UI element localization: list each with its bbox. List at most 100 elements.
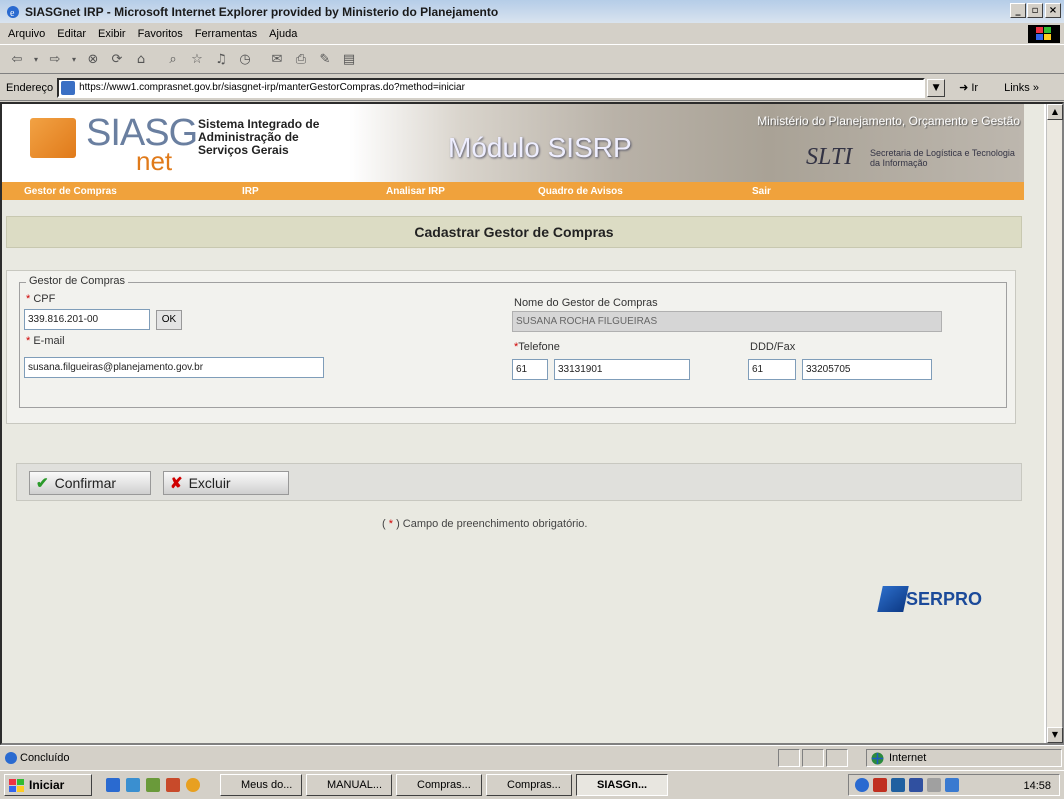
- fax-number-input[interactable]: 33205705: [802, 359, 932, 380]
- edit-icon[interactable]: ✎: [316, 51, 334, 69]
- page-viewport: SIASG net Sistema Integrado de Administr…: [0, 102, 1064, 745]
- menu-arquivo[interactable]: Arquivo: [8, 28, 45, 40]
- page-content: SIASG net Sistema Integrado de Administr…: [2, 104, 1044, 743]
- tray-antivirus-icon[interactable]: [873, 778, 887, 792]
- tray-language-icon[interactable]: [909, 778, 923, 792]
- cpf-label: * CPF: [26, 293, 55, 305]
- required-note: ( * ) Campo de preenchimento obrigatório…: [382, 518, 587, 530]
- nav-gestor-compras[interactable]: Gestor de Compras: [24, 186, 117, 197]
- action-bar: ✔ Confirmar ✘ Excluir: [16, 463, 1022, 501]
- ie-quicklaunch-icon[interactable]: [106, 778, 120, 792]
- vertical-scrollbar[interactable]: ▲ ▼: [1046, 104, 1063, 743]
- stop-icon[interactable]: ⊗: [84, 51, 102, 69]
- nav-sair[interactable]: Sair: [752, 186, 771, 197]
- status-text: Concluído: [20, 751, 70, 764]
- browser-quicklaunch-icon[interactable]: [186, 778, 200, 792]
- telefone-ddd-input[interactable]: 61: [512, 359, 548, 380]
- forward-icon[interactable]: ⇨: [46, 51, 64, 69]
- task-meus-documentos[interactable]: Meus do...: [220, 774, 302, 796]
- forward-dropdown-icon[interactable]: ▾: [70, 51, 78, 69]
- menu-ajuda[interactable]: Ajuda: [269, 28, 297, 40]
- print-icon[interactable]: ⎙: [292, 51, 310, 69]
- fax-ddd-input[interactable]: 61: [748, 359, 796, 380]
- task-compras-1[interactable]: Compras...: [396, 774, 482, 796]
- address-label: Endereço: [6, 81, 54, 94]
- desktop-quicklaunch-icon[interactable]: [146, 778, 160, 792]
- cpf-input[interactable]: 339.816.201-00: [24, 309, 150, 330]
- windows-logo-icon: [1028, 25, 1060, 43]
- note-text: ) Campo de preenchimento obrigatório.: [396, 518, 588, 530]
- media-icon[interactable]: ♫: [212, 51, 230, 69]
- cpf-label-text: CPF: [33, 293, 56, 305]
- home-icon[interactable]: ⌂: [132, 51, 150, 69]
- excluir-button[interactable]: ✘ Excluir: [163, 471, 289, 495]
- windows-flag-icon: [9, 779, 24, 792]
- maximize-button[interactable]: ▫: [1027, 3, 1043, 18]
- start-button[interactable]: Iniciar: [4, 774, 92, 796]
- go-button[interactable]: ➜ Ir: [959, 81, 978, 94]
- email-input[interactable]: susana.filgueiras@planejamento.gov.br: [24, 357, 324, 378]
- telefone-label-text: Telefone: [518, 341, 560, 353]
- slti-logo: SLTI: [806, 144, 853, 170]
- menu-bar: Arquivo Editar Exibir Favoritos Ferramen…: [0, 23, 1064, 45]
- nav-analisar-irp[interactable]: Analisar IRP: [386, 186, 445, 197]
- system-tray: 14:58: [848, 774, 1060, 796]
- back-dropdown-icon[interactable]: ▾: [32, 51, 40, 69]
- menu-exibir[interactable]: Exibir: [98, 28, 126, 40]
- tray-network-icon[interactable]: [855, 778, 869, 792]
- note-marker: *: [388, 518, 394, 530]
- links-button[interactable]: Links »: [1004, 82, 1039, 94]
- search-icon[interactable]: ⌕: [164, 51, 182, 69]
- minimize-button[interactable]: _: [1010, 3, 1026, 18]
- go-label: Ir: [971, 82, 979, 94]
- scroll-down-icon[interactable]: ▼: [1047, 727, 1063, 743]
- required-marker: *: [26, 335, 31, 347]
- history-icon[interactable]: ◷: [236, 51, 254, 69]
- system-name: Sistema Integrado de Administração de Se…: [198, 117, 320, 157]
- tray-volume-icon[interactable]: [927, 778, 941, 792]
- email-label-text: E-mail: [33, 335, 65, 347]
- tray-monitor-icon[interactable]: [945, 778, 959, 792]
- zone-text: Internet: [889, 752, 927, 764]
- module-name: Módulo SISRP: [448, 132, 632, 163]
- form-panel: Gestor de Compras * CPF 339.816.201-00 O…: [6, 270, 1016, 424]
- favorites-icon[interactable]: ☆: [188, 51, 206, 69]
- required-marker: *: [26, 293, 31, 305]
- discuss-icon[interactable]: ▤: [340, 51, 358, 69]
- menu-editar[interactable]: Editar: [57, 28, 86, 40]
- address-dropdown-icon[interactable]: ▼: [927, 78, 946, 97]
- outlook-quicklaunch-icon[interactable]: [126, 778, 140, 792]
- task-manual[interactable]: MANUAL...: [306, 774, 392, 796]
- app-quicklaunch-icon[interactable]: [166, 778, 180, 792]
- status-cell: [778, 749, 800, 767]
- status-cell: [826, 749, 848, 767]
- tray-app-icon[interactable]: [891, 778, 905, 792]
- mail-icon[interactable]: ✉: [268, 51, 286, 69]
- task-siasgnet[interactable]: SIASGn...: [576, 774, 668, 796]
- menu-ferramentas[interactable]: Ferramentas: [195, 28, 257, 40]
- confirmar-button[interactable]: ✔ Confirmar: [29, 471, 151, 495]
- close-button[interactable]: ×: [1045, 3, 1061, 18]
- fax-label: DDD/Fax: [750, 341, 796, 353]
- telefone-number-input[interactable]: 33131901: [554, 359, 690, 380]
- slti-name: Secretaria de Logística e Tecnologia da …: [870, 148, 1015, 168]
- ie-page-icon: [5, 752, 17, 764]
- back-icon[interactable]: ⇦: [8, 51, 26, 69]
- scroll-up-icon[interactable]: ▲: [1047, 104, 1063, 120]
- excluir-label: Excluir: [188, 475, 231, 491]
- nome-label: Nome do Gestor de Compras: [514, 297, 658, 309]
- task-compras-2[interactable]: Compras...: [486, 774, 572, 796]
- refresh-icon[interactable]: ⟳: [108, 51, 126, 69]
- nav-quadro-avisos[interactable]: Quadro de Avisos: [538, 186, 623, 197]
- start-label: Iniciar: [29, 778, 65, 792]
- ie-icon: e: [7, 5, 19, 19]
- menu-favoritos[interactable]: Favoritos: [138, 28, 183, 40]
- address-input[interactable]: https://www1.comprasnet.gov.br/siasgnet-…: [57, 77, 926, 98]
- svg-text:e: e: [10, 8, 15, 19]
- ok-button[interactable]: OK: [156, 310, 182, 330]
- security-zone: Internet: [866, 749, 1062, 767]
- serpro-text: SERPRO: [906, 588, 983, 609]
- address-bar: Endereço https://www1.comprasnet.gov.br/…: [0, 75, 1064, 101]
- page-icon: [61, 80, 76, 95]
- nav-irp[interactable]: IRP: [242, 186, 259, 197]
